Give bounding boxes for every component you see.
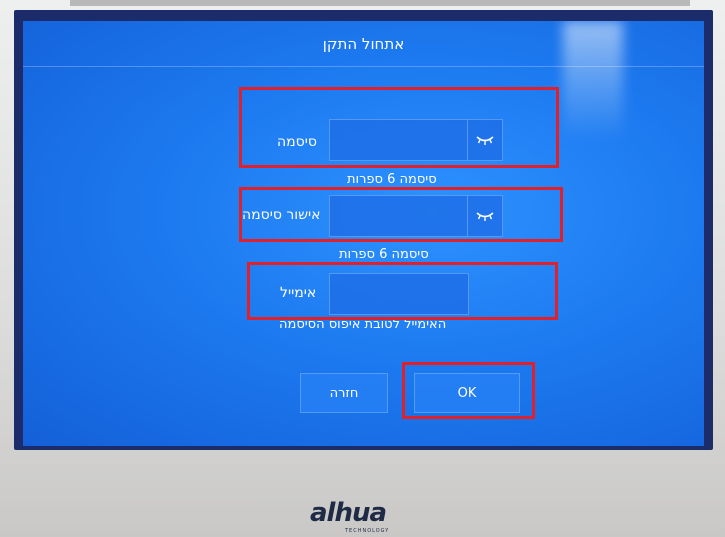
password-highlight: [239, 87, 559, 168]
back-button[interactable]: חזרה: [300, 373, 388, 413]
email-highlight: [247, 262, 558, 320]
password-hint: סיסמה 6 ספרות: [347, 172, 437, 187]
dialog-title: אתחול התקן: [322, 35, 405, 53]
device-frame: אתחול התקן סיסמה סיסמה 6 ספרות אישור סיס…: [0, 0, 725, 537]
confirm-password-highlight: [239, 187, 563, 242]
brand-logo: alhua: [310, 498, 387, 528]
brand-subtitle: TECHNOLOGY: [345, 528, 390, 534]
ok-button-highlight: [402, 362, 535, 419]
confirm-password-hint: סיסמה 6 ספרות: [339, 247, 429, 262]
dialog-title-bar: אתחול התקן: [23, 21, 704, 67]
mount-strip: [70, 0, 690, 6]
